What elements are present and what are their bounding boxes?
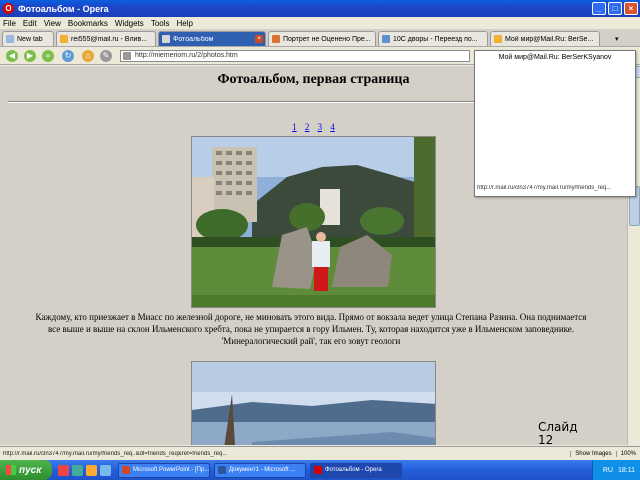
opera-icon[interactable] bbox=[58, 464, 69, 476]
menu-file[interactable]: File bbox=[3, 19, 16, 28]
language-indicator[interactable]: RU bbox=[603, 467, 613, 474]
site-icon bbox=[382, 35, 390, 43]
menu-tools[interactable]: Tools bbox=[151, 19, 170, 28]
tab-photoalbum[interactable]: Фотоальбом × bbox=[158, 31, 266, 46]
tab-label: 10С дворы - Переезд по... bbox=[393, 35, 478, 43]
tab-bar: New tab rei555@mail.ru - Влив... Фотоаль… bbox=[0, 29, 640, 47]
system-tray: RU 18:11 bbox=[591, 460, 640, 480]
popup-title: Мой мир@Mail.Ru: BerSerKSyanov bbox=[498, 54, 612, 61]
quick-launch bbox=[58, 464, 114, 476]
tab-label: Портрет не Оценено Пре... bbox=[283, 35, 371, 43]
page-link-3[interactable]: 3 bbox=[318, 122, 323, 132]
taskbar-item-label: Microsoft PowerPoint - [Пр... bbox=[133, 467, 210, 473]
minimize-button[interactable]: _ bbox=[592, 2, 606, 15]
close-button[interactable]: × bbox=[624, 2, 638, 15]
opera-icon: O bbox=[3, 3, 14, 14]
maximize-button[interactable]: □ bbox=[608, 2, 622, 15]
opera-icon bbox=[314, 466, 322, 474]
caption-line: все выше и выше на склон Ильменского хре… bbox=[47, 324, 575, 334]
tab-new[interactable]: New tab bbox=[2, 31, 54, 46]
taskbar-item-word[interactable]: Документ1 - Microsoft ... bbox=[214, 462, 306, 478]
tab-menu-button[interactable]: ▾ bbox=[612, 31, 636, 46]
tab-label: rei555@mail.ru - Влив... bbox=[71, 35, 148, 43]
edit-icon[interactable]: ✎ bbox=[100, 50, 112, 62]
back-icon[interactable]: ◀ bbox=[6, 50, 18, 62]
reload-icon[interactable]: ↻ bbox=[62, 50, 74, 62]
page-icon bbox=[162, 35, 170, 43]
tab-moimir[interactable]: Мой мир@Mail.Ru: BerSe... bbox=[490, 31, 600, 46]
taskbar-item-label: Фотоальбом - Opera bbox=[325, 467, 382, 473]
forward-icon[interactable]: ▶ bbox=[24, 50, 36, 62]
tab-label: Фотоальбом bbox=[173, 35, 214, 43]
menu-help[interactable]: Help bbox=[177, 19, 193, 28]
page-link-2[interactable]: 2 bbox=[305, 122, 310, 132]
caption-line: Каждому, кто приезжает в Миасс по железн… bbox=[35, 312, 587, 322]
word-icon bbox=[218, 466, 226, 474]
address-text: http://miemeriom.ru/2/photos.htm bbox=[135, 52, 238, 59]
menu-bar: File Edit View Bookmarks Widgets Tools H… bbox=[0, 17, 640, 29]
menu-widgets[interactable]: Widgets bbox=[115, 19, 144, 28]
page-link-1[interactable]: 1 bbox=[292, 122, 297, 132]
tab-label: Мой мир@Mail.Ru: BerSe... bbox=[505, 35, 594, 43]
powerpoint-icon bbox=[122, 466, 130, 474]
taskbar-item-label: Документ1 - Microsoft ... bbox=[229, 467, 296, 473]
menu-edit[interactable]: Edit bbox=[23, 19, 37, 28]
address-input[interactable]: http://miemeriom.ru/2/photos.htm bbox=[120, 50, 470, 62]
window-title: Фотоальбом - Opera bbox=[18, 3, 109, 14]
mail-icon bbox=[494, 35, 502, 43]
menu-view[interactable]: View bbox=[44, 19, 61, 28]
caption-line: 'Минералогический рай', так его зовут ге… bbox=[221, 336, 401, 346]
slide-label: Слайд 12 bbox=[538, 421, 588, 447]
close-tab-icon[interactable]: × bbox=[255, 35, 263, 43]
taskbar-item-powerpoint[interactable]: Microsoft PowerPoint - [Пр... bbox=[118, 462, 210, 478]
taskbar: пуск Microsoft PowerPoint - [Пр... Докум… bbox=[0, 460, 640, 480]
popup-url: http://r.mail.ru/cln3747/my.mail.ru/my/f… bbox=[477, 185, 612, 191]
page-icon bbox=[123, 52, 131, 60]
taskbar-item-opera[interactable]: Фотоальбом - Opera bbox=[310, 462, 402, 478]
windows-logo-icon bbox=[6, 465, 16, 475]
clock[interactable]: 18:11 bbox=[618, 467, 635, 474]
tab-portret[interactable]: Портрет не Оценено Пре... bbox=[268, 31, 376, 46]
start-button[interactable]: пуск bbox=[0, 460, 52, 480]
tab-preview-popup: Мой мир@Mail.Ru: BerSerKSyanov http://r.… bbox=[474, 50, 636, 197]
desktop-icon[interactable] bbox=[72, 464, 83, 476]
show-images-toggle[interactable]: Show Images bbox=[570, 450, 615, 457]
tab-mail[interactable]: rei555@mail.ru - Влив... bbox=[56, 31, 156, 46]
status-url: http://r.mail.ru/cln3747/my.mail.ru/my/f… bbox=[3, 450, 228, 457]
new-tab-icon bbox=[6, 35, 14, 43]
tab-dvory[interactable]: 10С дворы - Переезд по... bbox=[378, 31, 488, 46]
fast-forward-icon[interactable]: » bbox=[42, 50, 54, 62]
tab-label: New tab bbox=[17, 35, 43, 43]
start-label: пуск bbox=[19, 464, 42, 476]
photo-rocks-girl bbox=[191, 136, 436, 308]
explorer-icon[interactable] bbox=[100, 464, 111, 476]
site-icon bbox=[272, 35, 280, 43]
window-titlebar[interactable]: O Фотоальбом - Opera _ □ × bbox=[0, 0, 640, 17]
media-icon[interactable] bbox=[86, 464, 97, 476]
page-link-4[interactable]: 4 bbox=[330, 122, 335, 132]
photo-lake-view bbox=[191, 361, 436, 445]
zoom-level[interactable]: 100% bbox=[615, 450, 640, 457]
mail-icon bbox=[60, 35, 68, 43]
status-bar: http://r.mail.ru/cln3747/my.mail.ru/my/f… bbox=[0, 446, 640, 460]
photo-caption: Каждому, кто приезжает в Миасс по железн… bbox=[5, 311, 617, 347]
home-icon[interactable]: ⌂ bbox=[82, 50, 94, 62]
menu-bookmarks[interactable]: Bookmarks bbox=[68, 19, 108, 28]
